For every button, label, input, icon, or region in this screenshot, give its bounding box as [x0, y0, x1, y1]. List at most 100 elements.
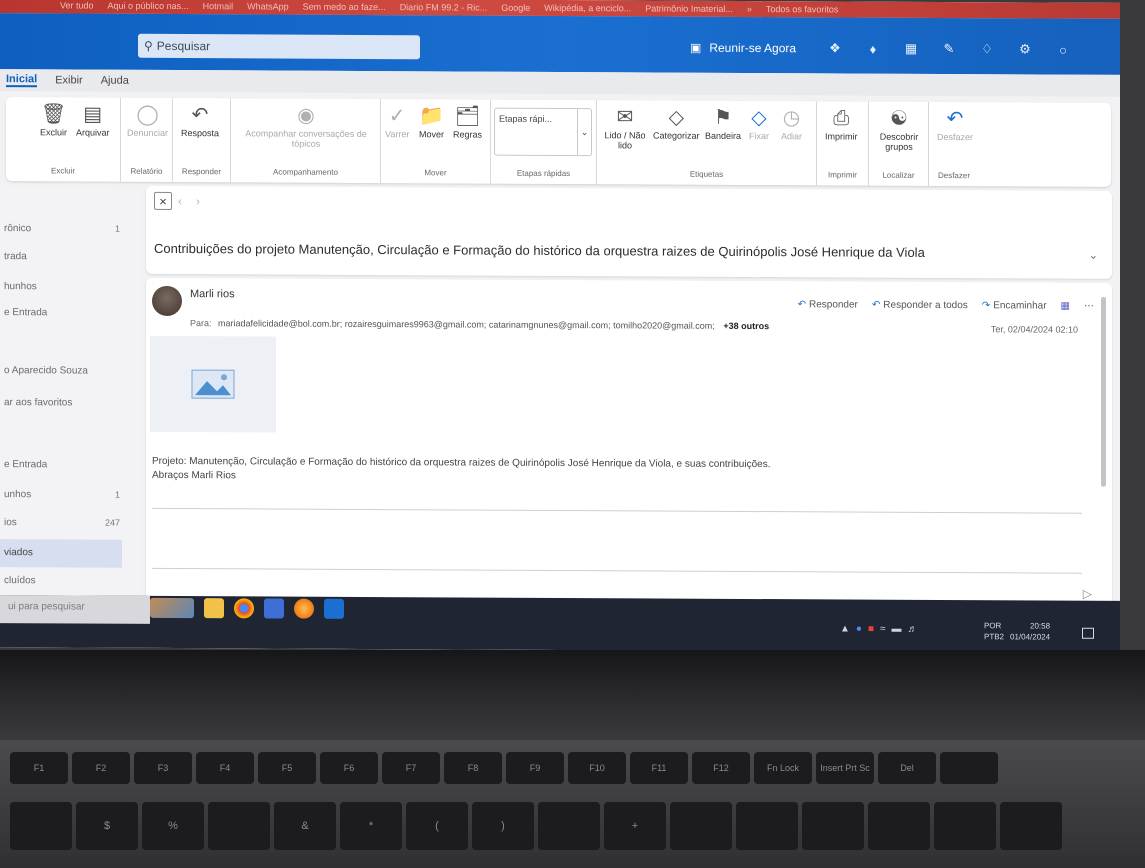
group-label: Desfazer	[937, 170, 970, 181]
folder-item[interactable]: e Entrada	[4, 307, 47, 318]
archive-button[interactable]: ▤ Arquivar	[76, 101, 110, 138]
read-unread-button[interactable]: ✉ Lido / Não lido	[601, 104, 649, 150]
lightbulb-icon[interactable]: ○	[1054, 41, 1072, 59]
bookmark[interactable]: WhatsApp	[247, 1, 289, 11]
tab-ajuda[interactable]: Ajuda	[101, 75, 129, 87]
scrollbar[interactable]	[1101, 296, 1106, 487]
chevron-down-icon[interactable]: ⌄	[1089, 249, 1098, 262]
categorize-button[interactable]: ◇ Categorizar	[653, 104, 700, 141]
report-button[interactable]: ◯ Denunciar	[127, 102, 168, 138]
keyboard: F1 F2 F3 F4 F5 F6 F7 F8 F9 F10 F11 F12 F…	[0, 740, 1145, 868]
recipients[interactable]: mariadafelicidade@bol.com.br; rozairesgu…	[218, 318, 715, 331]
bookmark[interactable]: Diario FM 99.2 - Ric...	[400, 2, 488, 12]
folder-item[interactable]: trada	[4, 251, 27, 262]
sweep-label: Varrer	[385, 129, 410, 140]
key	[868, 802, 930, 850]
more-recipients[interactable]: +38 outros	[723, 321, 769, 331]
follow-button[interactable]: ◉ Acompanhar conversações de tópicos	[241, 102, 371, 149]
meet-now-label: Reunir-se Agora	[709, 40, 797, 56]
to-label: Para:	[190, 318, 212, 329]
calendar-icon[interactable]: ▦	[902, 40, 920, 58]
reply-button[interactable]: ↶ Responder	[798, 299, 858, 310]
folder-item[interactable]: e Entrada	[4, 459, 47, 470]
pin-icon: ◇	[751, 107, 767, 130]
bookmark[interactable]: Google	[501, 3, 530, 13]
folder-item[interactable]: hunhos	[4, 281, 37, 292]
bookmark[interactable]: Sem medo ao faze...	[303, 2, 386, 12]
premium-icon[interactable]: ♦	[864, 40, 882, 58]
folder-item[interactable]: ar aos favoritos	[4, 397, 72, 408]
file-explorer-icon[interactable]	[204, 598, 224, 619]
print-label: Imprimir	[825, 131, 858, 142]
close-icon[interactable]: ×	[154, 191, 172, 210]
folder-item[interactable]: unhos	[4, 489, 31, 500]
app-tray-icon[interactable]: ■	[868, 624, 874, 635]
forward-button[interactable]: ↷ Encaminhar	[982, 300, 1047, 311]
bell-icon[interactable]: ♢	[978, 40, 996, 58]
rules-button[interactable]: 🗂 Regras	[453, 103, 482, 139]
image-placeholder[interactable]	[150, 335, 276, 433]
pin-button[interactable]: ◇ Fixar	[749, 105, 769, 141]
folder-item[interactable]: rônico	[4, 223, 31, 234]
network-icon[interactable]: ▲	[840, 623, 850, 634]
bookmark[interactable]: Patrimônio Imaterial...	[645, 3, 733, 13]
folder-item[interactable]: o Aparecido Souza	[4, 365, 88, 376]
tab-inicial[interactable]: Inicial	[6, 73, 38, 88]
undo-button[interactable]: ↶ Desfazer	[937, 106, 973, 142]
bookmark[interactable]: »	[747, 4, 752, 14]
move-button[interactable]: 📁 Mover	[419, 103, 444, 139]
meet-now-button[interactable]: ▣ Reunir-se Agora	[690, 41, 796, 56]
key: &	[274, 802, 336, 850]
more-options-icon[interactable]: ⋯	[1084, 301, 1094, 312]
folder-item[interactable]: ios	[4, 517, 17, 528]
discover-groups-button[interactable]: ☯ Descobrir grupos	[875, 106, 923, 152]
feedback-icon[interactable]: ✎	[940, 40, 958, 58]
print-button[interactable]: ⎙ Imprimir	[825, 105, 858, 141]
bookmark[interactable]: Todos os favoritos	[766, 4, 839, 14]
folder-item[interactable]: cluídos	[4, 575, 36, 586]
delete-button[interactable]: 🗑 Excluir	[40, 101, 67, 137]
language-indicator[interactable]: POR PTB2	[984, 620, 1004, 642]
quick-steps-label: Etapas rápi...	[499, 113, 553, 124]
shield-icon[interactable]: ●	[856, 624, 862, 635]
battery-icon[interactable]: ▬	[892, 624, 902, 635]
speaker-icon[interactable]: ♬	[908, 624, 918, 635]
next-arrow-icon[interactable]: ›	[196, 194, 200, 208]
bookmark[interactable]: Hotmail	[203, 1, 234, 11]
notification-icon[interactable]	[1082, 627, 1094, 639]
firefox-icon[interactable]	[294, 598, 314, 619]
send-icon[interactable]: ▷	[1083, 587, 1092, 601]
wifi-icon[interactable]: ≈	[880, 624, 886, 635]
group-label: Imprimir	[828, 170, 857, 180]
teams-icon[interactable]: ❖	[826, 39, 844, 57]
gear-icon[interactable]: ⚙	[1016, 40, 1034, 58]
key: (	[406, 802, 468, 850]
delete-label: Excluir	[40, 127, 68, 138]
widget-icon[interactable]	[150, 597, 194, 619]
clock[interactable]: 20:58 01/04/2024	[1010, 620, 1050, 642]
bookmark[interactable]: Wikipédia, a enciclo...	[544, 3, 631, 13]
tab-exibir[interactable]: Exibir	[55, 74, 83, 86]
search-box[interactable]: ⚲ Pesquisar	[138, 33, 420, 60]
bookmark[interactable]: Aqui o público nas...	[108, 1, 189, 11]
outlook-top-bar: ⚲ Pesquisar ▣ Reunir-se Agora ❖ ♦ ▦ ✎ ♢ …	[0, 13, 1120, 75]
reply-all-button[interactable]: ↶ Responder a todos	[872, 300, 968, 312]
flag-button[interactable]: ⚑ Bandeira	[705, 105, 741, 141]
sender-name[interactable]: Marli rios	[190, 288, 235, 300]
sweep-button[interactable]: ✓ Varrer	[385, 103, 409, 139]
forward-label: Encaminhar	[993, 300, 1047, 312]
store-icon[interactable]	[264, 598, 284, 619]
chrome-icon[interactable]	[234, 598, 254, 619]
quick-steps-dropdown[interactable]: Etapas rápi... ⌄	[494, 107, 592, 157]
respond-button[interactable]: ↶ Resposta	[181, 102, 219, 138]
ribbon-group-print: ⎙ Imprimir Imprimir	[817, 101, 869, 186]
bookmark[interactable]: Ver tudo	[60, 0, 94, 10]
key: %	[142, 802, 204, 850]
previous-arrow-icon[interactable]: ‹	[178, 194, 182, 208]
laptop-bezel	[0, 650, 1145, 740]
folder-item-sent[interactable]: viados	[4, 547, 33, 558]
snooze-button[interactable]: ◷ Adiar	[781, 105, 802, 141]
outlook-taskbar-icon[interactable]	[324, 598, 344, 619]
taskbar-search[interactable]: ui para pesquisar	[0, 595, 150, 624]
teams-share-icon[interactable]: ▦	[1061, 301, 1070, 312]
